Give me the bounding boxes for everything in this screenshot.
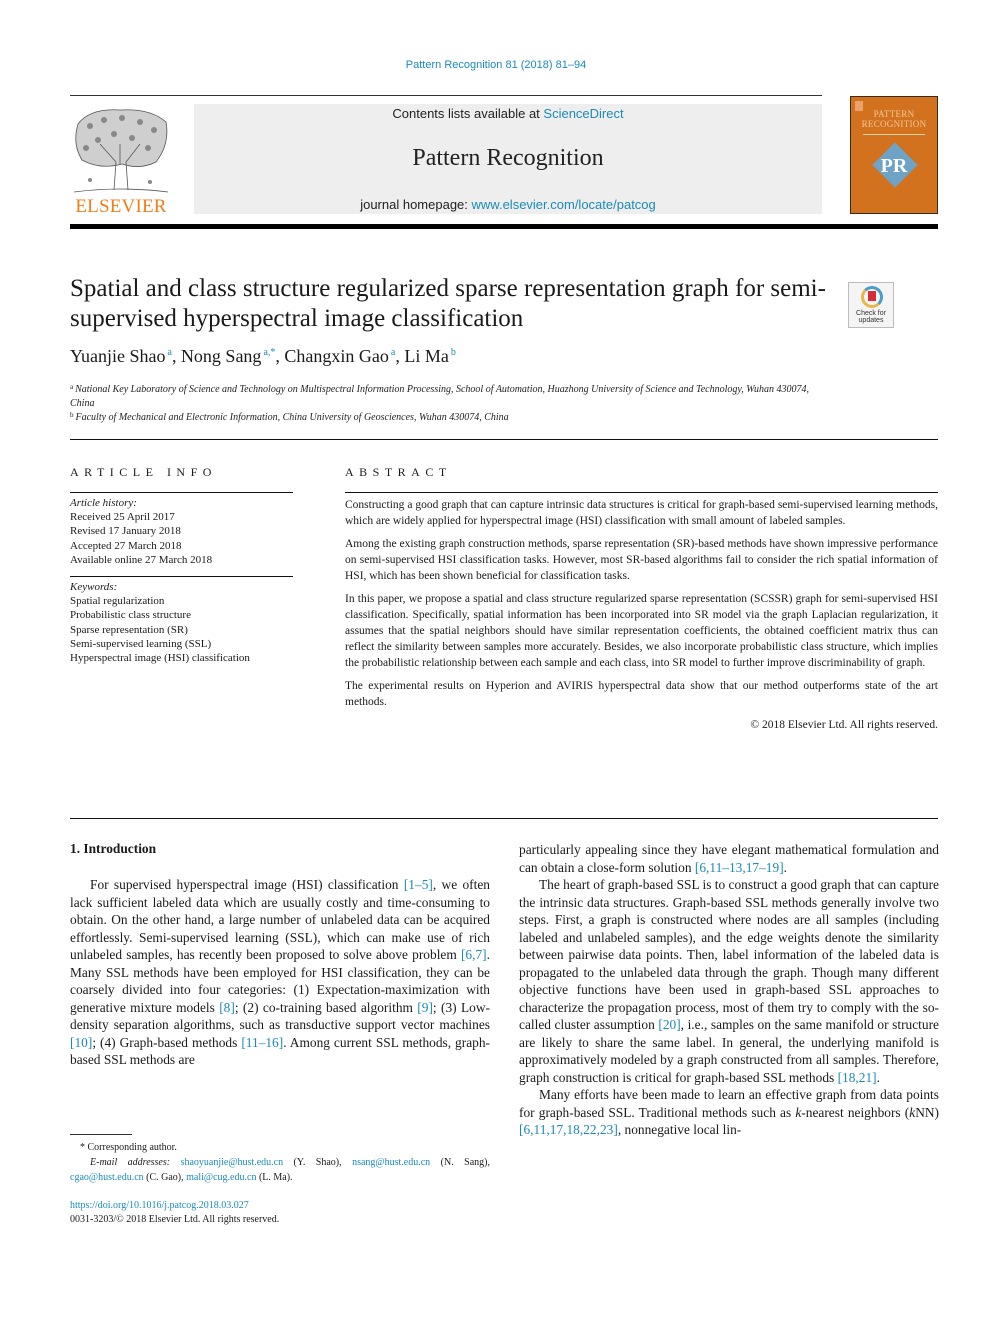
keyword: Hyperspectral image (HSI) classification [70,652,250,665]
issn-copyright: 0031-3203/© 2018 Elsevier Ltd. All right… [70,1214,280,1225]
body-text: -nearest neighbors ( [801,1104,910,1120]
author-list: Yuanjie Shao a, Nong Sang a,*, Changxin Ga… [70,346,456,367]
affiliation-b: b Faculty of Mechanical and Electronic In… [70,411,509,423]
article-info-rule [70,492,293,493]
crossmark-bookmark-icon [868,291,876,301]
header-thick-rule [70,224,938,229]
article-title: Spatial and class structure regularized … [70,275,826,332]
article-history: Article history: Received 25 April 2017 … [70,496,293,567]
citation-reference-link[interactable]: [20] [658,1017,680,1032]
author-affiliation-mark[interactable]: a,* [263,347,275,358]
email-owner: (Y. Shao), [283,1157,353,1168]
history-online: Available online 27 March 2018 [70,553,213,566]
keyword: Sparse representation (SR) [70,623,188,636]
citation-reference-link[interactable]: [6,11–13,17–19] [695,860,784,875]
email-link[interactable]: nsang@hust.edu.cn [352,1157,430,1168]
history-received: Received 25 April 2017 [70,511,175,524]
corresponding-author-note: * Corresponding author. [80,1142,177,1153]
abstract-copyright: © 2018 Elsevier Ltd. All rights reserved… [750,719,938,731]
author-affiliation-mark[interactable]: b [451,347,456,358]
keywords-rule [70,576,293,577]
abstract-paragraph: Among the existing graph construction me… [345,538,938,582]
email-link[interactable]: mali@cug.edu.cn [186,1172,256,1183]
author-name[interactable]: Changxin Gao [284,346,388,366]
author-name[interactable]: Yuanjie Shao [70,346,165,366]
doi-link[interactable]: https://doi.org/10.1016/j.patcog.2018.03… [70,1200,249,1211]
history-revised: Revised 17 January 2018 [70,525,181,538]
email-owner: (L. Ma). [256,1172,293,1183]
cover-divider [863,134,925,135]
body-text: The heart of graph-based SSL is to const… [519,877,939,1032]
body-text: ; (4) Graph-based methods [92,1034,242,1050]
abstract-heading: ABSTRACT [345,465,452,479]
citation-reference-link[interactable]: [18,21] [838,1070,877,1085]
abstract-paragraph: The experimental results on Hyperion and… [345,680,938,708]
keywords-list: Keywords: Spatial regularization Probabi… [70,580,293,665]
keyword: Probabilistic class structure [70,609,191,622]
contents-prefix: Contents lists available at [392,106,544,121]
abstract-rule [345,492,938,493]
abstract-body: Constructing a good graph that can captu… [345,497,938,740]
body-paragraph: The heart of graph-based SSL is to const… [519,876,939,1086]
journal-homepage-line: journal homepage: www.elsevier.com/locat… [194,197,822,212]
journal-name: Pattern Recognition [412,145,604,171]
abstract-paragraph: Constructing a good graph that can captu… [345,499,938,527]
affiliation-a: a National Key Laboratory of Science and … [70,383,810,409]
body-paragraph: For supervised hyperspectral image (HSI)… [70,876,490,1069]
body-text: ; (2) co-training based algo­rithm [234,999,418,1015]
journal-homepage-link[interactable]: www.elsevier.com/locate/patcog [472,197,656,212]
footnotes: * Corresponding author. E-mail addresses… [70,1140,490,1185]
doi-block: https://doi.org/10.1016/j.patcog.2018.03… [70,1199,279,1227]
email-addresses: E-mail addresses: shaoyuanjie@hust.edu.c… [70,1157,491,1183]
body-column-right: particularly appealing since they have e… [519,841,939,1139]
header-rule [70,95,822,96]
body-text: For supervised hyperspectral image (HSI)… [90,877,404,892]
body-paragraph: Many efforts have been made to learn an … [519,1086,939,1139]
keywords-label: Keywords: [70,581,118,593]
keyword: Semi-supervised learning (SSL) [70,637,212,650]
cover-logo: PR [880,155,908,177]
check-for-updates-button[interactable]: Check for updates [848,282,894,328]
body-text: . [783,859,788,875]
cover-title: PATTERN RECOGNITION [861,109,927,129]
journal-citation-link[interactable]: Pattern Recognition 81 (2018) 81–94 [0,59,992,71]
contents-line: Contents lists available at ScienceDirec… [194,106,822,121]
body-text: NN) [915,1104,939,1120]
citation-reference-link[interactable]: [10] [70,1035,92,1050]
homepage-prefix: journal homepage: [360,197,472,212]
section-heading-introduction: 1. Introduction [70,841,157,856]
citation-reference-link[interactable]: [1–5] [404,877,433,892]
crossmark-label: Check for updates [856,310,886,324]
journal-cover-thumbnail[interactable]: PATTERN RECOGNITION PR [850,96,938,214]
abstract-paragraph: In this paper, we propose a spatial and … [345,593,938,669]
author-name[interactable]: Li Ma [404,346,449,366]
citation-reference-link[interactable]: [11–16] [241,1035,283,1050]
author-name[interactable]: Nong Sang [181,346,262,366]
footnote-rule [70,1134,132,1135]
history-label: Article history: [70,497,137,509]
article-info-heading: ARTICLE INFO [70,465,217,479]
body-rule [70,818,938,819]
email-owner: (N. Sang), [430,1157,491,1168]
citation-reference-link[interactable]: [9] [417,1000,433,1015]
email-link[interactable]: cgao@hust.edu.cn [70,1172,144,1183]
email-owner: (C. Gao), [143,1172,187,1183]
body-column-left: For supervised hyperspectral image (HSI)… [70,876,490,1069]
citation-reference-link[interactable]: [8] [219,1000,235,1015]
elsevier-wordmark: ELSEVIER [75,196,167,217]
sciencedirect-link[interactable]: ScienceDirect [543,106,623,121]
body-text: , nonnegative local lin- [617,1122,742,1137]
citation-reference-link[interactable]: [6,11,17,18,22,23] [519,1122,618,1137]
author-separator: , [395,346,405,366]
author-separator: , [171,346,181,366]
body-text: . [876,1069,880,1085]
keyword: Spatial regularization [70,595,165,608]
section-rule [70,439,938,440]
history-accepted: Accepted 27 March 2018 [70,539,182,552]
citation-reference-link[interactable]: [6,7] [461,947,487,962]
email-link[interactable]: shaoyuanjie@hust.edu.cn [181,1157,284,1168]
body-paragraph: particularly appealing since they have e… [519,841,939,876]
